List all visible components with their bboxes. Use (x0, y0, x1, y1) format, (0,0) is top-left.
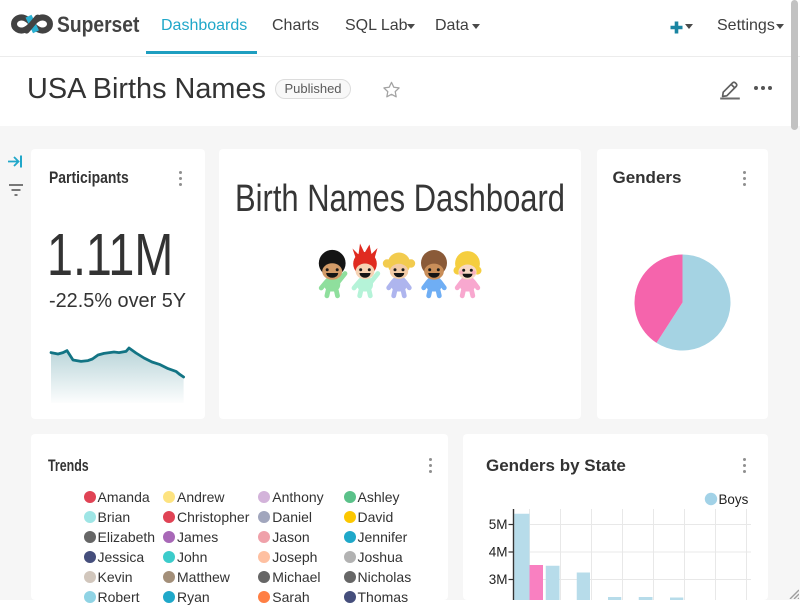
svg-text:4M: 4M (489, 545, 508, 560)
svg-text:Boys: Boys (719, 492, 749, 507)
svg-text:3M: 3M (489, 572, 508, 587)
svg-text:5M: 5M (489, 517, 508, 532)
